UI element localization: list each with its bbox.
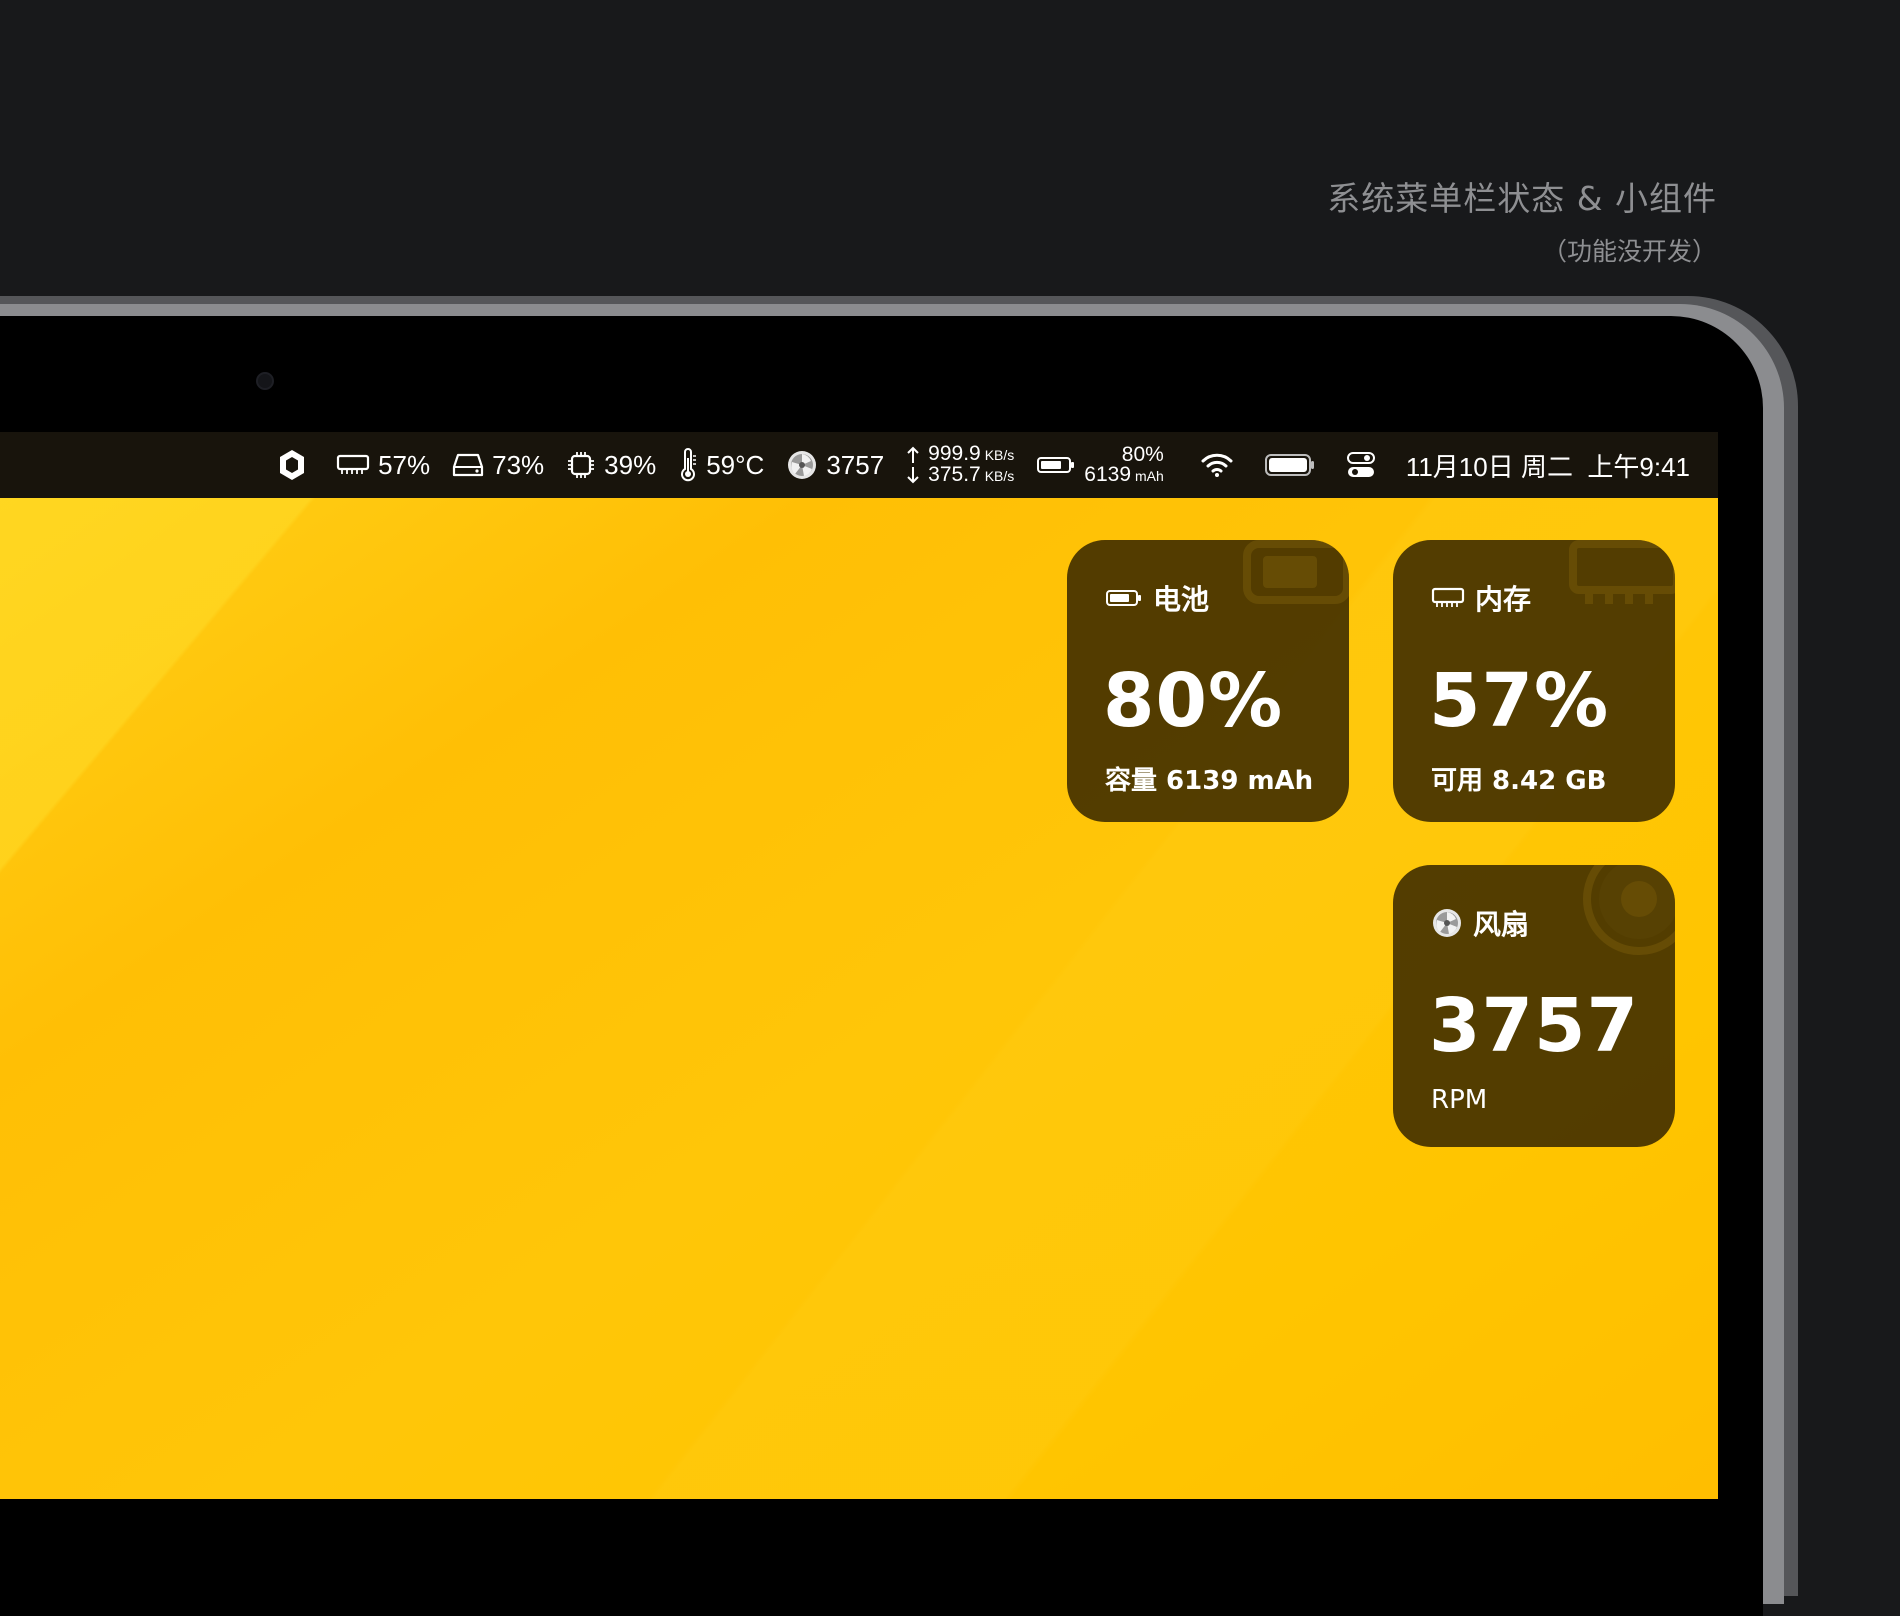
fan-deco-icon [1583, 865, 1675, 955]
menubar-memory[interactable]: 57% [336, 450, 430, 481]
menubar-battery-percent: 80% [1121, 442, 1164, 466]
caption-subtitle: （功能没开发） [1541, 237, 1717, 266]
menubar-battery-stats[interactable]: 80% 6139 mAh [1036, 442, 1164, 486]
fan-widget-value: 3757 [1429, 983, 1639, 1069]
battery-widget-title: 电池 [1153, 583, 1210, 616]
app-logo-menu[interactable] [278, 448, 314, 482]
menubar-disk[interactable]: 73% [452, 450, 544, 481]
battery-icon [1106, 590, 1141, 606]
fan-widget-unit: RPM [1431, 1085, 1488, 1115]
fan-icon [1433, 909, 1461, 937]
menubar-memory-value: 57% [378, 449, 431, 480]
battery-widget-capacity: 容量 6139 mAh [1105, 766, 1314, 796]
thermometer-icon [681, 448, 697, 482]
network-upload-unit: KB/s [984, 447, 1015, 463]
menubar-fan-value: 3757 [826, 449, 885, 480]
fan-widget-header: 风扇 [1431, 903, 1529, 943]
menubar-disk-value: 73% [492, 449, 545, 480]
memory-widget[interactable]: 内存 57% 可用 8.42 GB [1393, 540, 1675, 822]
fan-icon [788, 451, 817, 479]
hexagon-logo-icon [280, 450, 305, 480]
battery-widget[interactable]: 电池 80% 容量 6139 mAh [1067, 540, 1349, 822]
menubar-temperature-value: 59°C [706, 449, 765, 480]
caption-title: 系统菜单栏状态 & 小组件 [1327, 179, 1717, 218]
menubar-battery-unit: mAh [1135, 467, 1164, 484]
control-center-menu[interactable] [1346, 451, 1384, 479]
disk-drive-icon [453, 453, 484, 477]
battery-deco-icon [1243, 540, 1349, 604]
menubar-network[interactable]: 999.9 KB/s 375.7 KB/s [906, 442, 1015, 486]
memory-widget-header: 内存 [1431, 578, 1531, 618]
memory-chip-icon [336, 454, 370, 474]
battery-small-icon [1037, 457, 1075, 473]
menu-bar: 57% 73% 39% 59°C 3757 999.9 KB/s 375.7 K… [0, 432, 1718, 498]
control-center-icon [1346, 452, 1375, 477]
memory-deco-icon [1569, 540, 1675, 604]
wifi-menu[interactable] [1200, 452, 1242, 478]
wifi-icon [1201, 453, 1233, 477]
menubar-cpu[interactable]: 39% [566, 450, 656, 481]
cpu-chip-icon [568, 452, 595, 478]
up-down-arrows-icon [907, 446, 919, 484]
camera-icon [256, 372, 274, 390]
memory-widget-value: 57% [1429, 658, 1610, 744]
fan-widget-title: 风扇 [1473, 908, 1530, 941]
menubar-temperature[interactable]: 59°C [678, 448, 764, 482]
network-upload-value: 999.9 [928, 442, 981, 465]
date-time-text: 11月10日 周二 上午9:41 [1405, 451, 1690, 482]
memory-widget-available: 可用 8.42 GB [1431, 766, 1607, 796]
menubar-battery-capacity: 6139 [1084, 462, 1132, 486]
menubar-clock[interactable]: 11月10日 周二 上午9:41 [1406, 447, 1690, 484]
battery-menu[interactable] [1264, 453, 1324, 477]
battery-icon [1264, 454, 1314, 476]
fan-widget[interactable]: 风扇 3757 RPM [1393, 865, 1675, 1147]
network-download-value: 375.7 [928, 463, 981, 486]
menubar-cpu-value: 39% [604, 449, 657, 480]
battery-widget-value: 80% [1103, 658, 1284, 744]
memory-chip-icon [1431, 587, 1465, 607]
memory-widget-title: 内存 [1475, 583, 1532, 616]
menubar-fan[interactable]: 3757 [786, 449, 884, 481]
network-download-unit: KB/s [984, 468, 1015, 484]
battery-widget-header: 电池 [1105, 578, 1209, 618]
